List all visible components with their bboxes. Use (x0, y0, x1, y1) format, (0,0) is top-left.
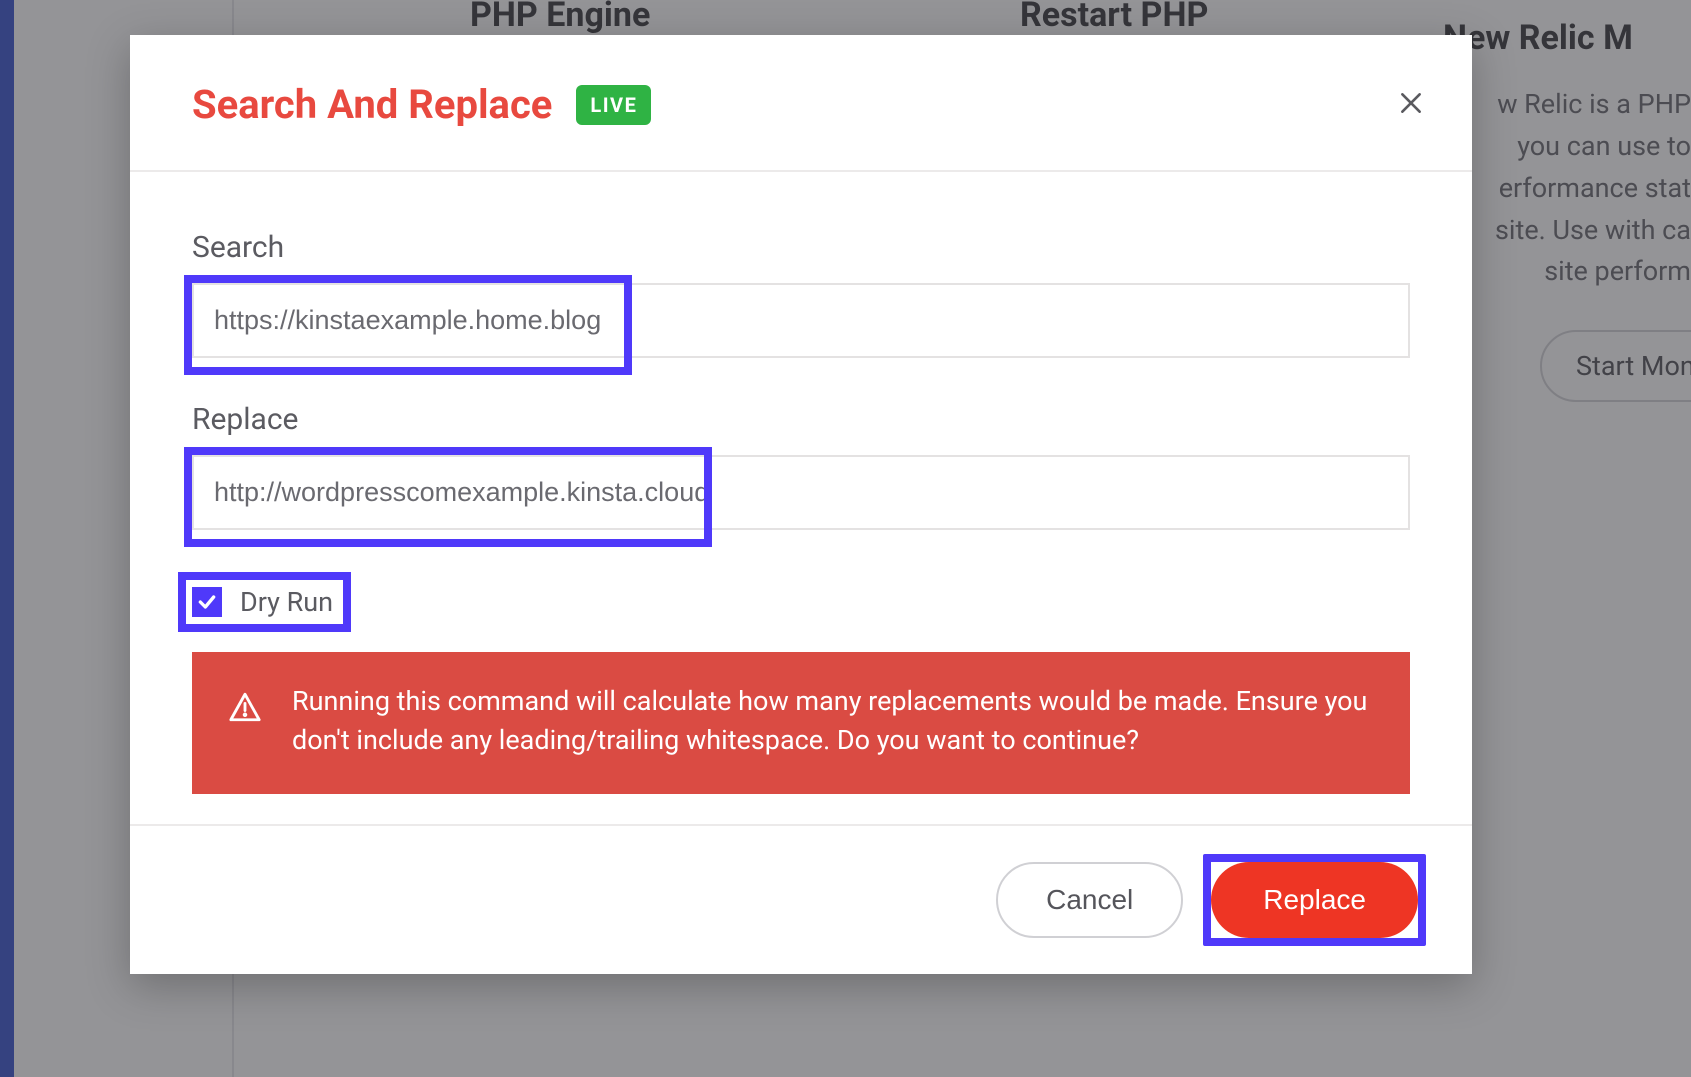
close-icon[interactable] (1398, 90, 1424, 116)
dry-run-checkbox[interactable] (192, 587, 222, 617)
cancel-button[interactable]: Cancel (996, 862, 1183, 938)
replace-label: Replace (192, 402, 1410, 437)
replace-input-wrap (192, 455, 1410, 530)
search-replace-modal: Search And Replace LIVE Search Replace D… (130, 35, 1472, 974)
dry-run-label: Dry Run (240, 586, 333, 618)
warning-alert: Running this command will calculate how … (192, 652, 1410, 794)
modal-header: Search And Replace LIVE (130, 35, 1472, 172)
dry-run-row[interactable]: Dry Run (180, 574, 349, 630)
search-input-wrap (192, 283, 1410, 358)
replace-button[interactable]: Replace (1211, 862, 1418, 938)
live-badge: LIVE (576, 85, 651, 125)
replace-button-wrap: Replace (1205, 856, 1424, 944)
warning-icon (228, 690, 262, 728)
search-label: Search (192, 230, 1410, 265)
search-input[interactable] (192, 283, 1410, 358)
modal-footer: Cancel Replace (130, 824, 1472, 974)
warning-text: Running this command will calculate how … (292, 682, 1374, 760)
modal-title: Search And Replace (192, 81, 552, 128)
modal-body: Search Replace Dry Run (130, 172, 1472, 824)
replace-input[interactable] (192, 455, 1410, 530)
